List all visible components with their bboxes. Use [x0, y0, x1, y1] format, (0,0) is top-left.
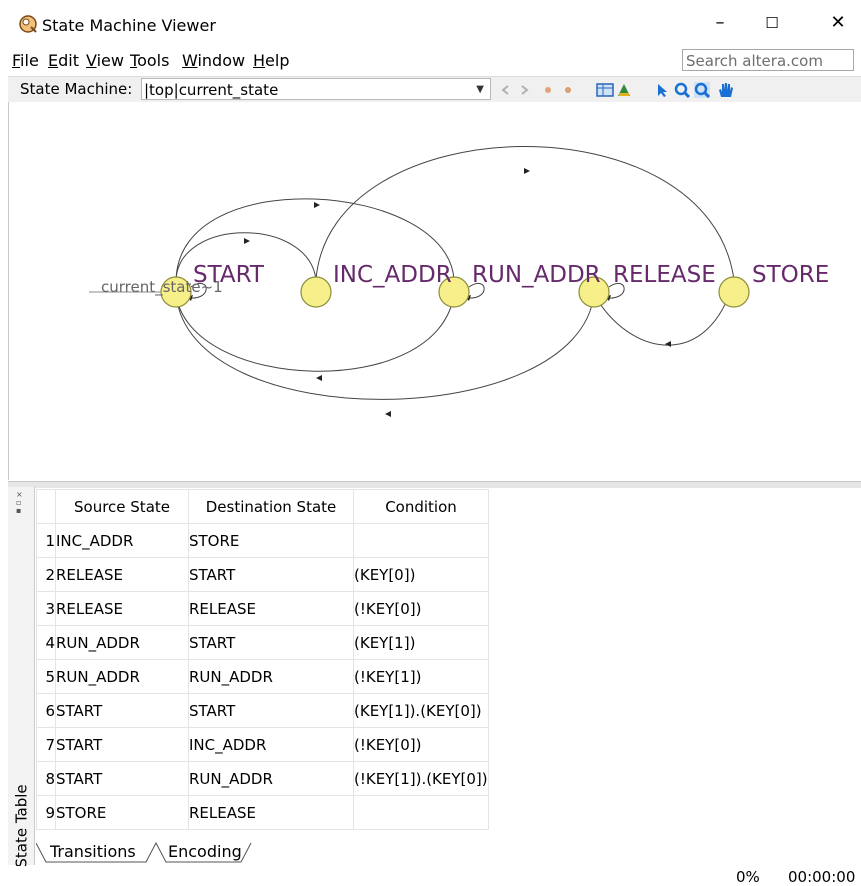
destination-state-cell: START — [188, 625, 354, 660]
source-state-cell: INC_ADDR — [55, 523, 189, 558]
state-label-release: RELEASE — [613, 262, 716, 288]
table-view-icon[interactable] — [596, 82, 614, 98]
transition-release-start — [175, 293, 595, 400]
destination-state-cell: START — [188, 693, 354, 728]
source-state-cell: START — [55, 727, 189, 762]
source-state-cell: RUN_ADDR — [55, 625, 189, 660]
condition-cell — [353, 795, 489, 830]
status-bar: 0% 00:00:00 — [0, 866, 861, 886]
row-number: 1 — [36, 523, 56, 558]
header-destination-state[interactable]: Destination State — [188, 489, 354, 524]
state-node-store — [718, 276, 750, 308]
tab-transitions[interactable]: Transitions — [50, 842, 136, 861]
row-number: 5 — [36, 659, 56, 694]
state-machine-select[interactable]: |top|current_state ▼ — [141, 78, 491, 100]
table-row[interactable]: 6 START START (KEY[1]).(KEY[0]) — [36, 693, 489, 728]
header-source-state[interactable]: Source State — [55, 489, 189, 524]
source-state-cell: RELEASE — [55, 591, 189, 626]
progress-percent: 0% — [736, 868, 760, 886]
destination-state-cell: RUN_ADDR — [188, 761, 354, 796]
table-row[interactable]: 2 RELEASE START (KEY[0]) — [36, 557, 489, 592]
source-state-cell: START — [55, 761, 189, 796]
table-header-row: Source State Destination State Condition — [36, 489, 489, 524]
row-number: 8 — [36, 761, 56, 796]
state-table-label: State Table — [12, 784, 31, 868]
state-label-run_addr: RUN_ADDR — [472, 262, 601, 288]
state-machine-selected: |top|current_state — [144, 81, 279, 99]
maximize-button[interactable]: ☐ — [752, 10, 792, 36]
condition-cell: (!KEY[1]) — [353, 659, 489, 694]
transition-store-release — [593, 279, 735, 346]
diagram-view-icon[interactable] — [616, 82, 632, 98]
search-input[interactable]: Search altera.com — [682, 49, 854, 71]
panel-controls-icon[interactable]: × ▫ ▪ — [16, 491, 23, 515]
destination-state-cell: STORE — [188, 523, 354, 558]
row-number: 6 — [36, 693, 56, 728]
zoom-tool-icon[interactable] — [694, 82, 710, 98]
back-icon[interactable] — [498, 82, 514, 98]
table-row[interactable]: 9 STORE RELEASE — [36, 795, 489, 830]
destination-state-cell: RELEASE — [188, 591, 354, 626]
elapsed-time: 00:00:00 — [788, 868, 856, 886]
transition-inc_addr-store — [315, 146, 735, 281]
table-row[interactable]: 8 START RUN_ADDR (!KEY[1]).(KEY[0]) — [36, 761, 489, 796]
source-state-cell: RUN_ADDR — [55, 659, 189, 694]
highlight-fanin-icon[interactable] — [540, 82, 556, 98]
forward-icon[interactable] — [516, 82, 532, 98]
menu-edit[interactable]: Edit — [48, 50, 79, 72]
source-state-cell: START — [55, 693, 189, 728]
dropdown-arrow-icon: ▼ — [476, 84, 484, 95]
condition-cell: (!KEY[0]) — [353, 727, 489, 762]
tab-encoding[interactable]: Encoding — [168, 842, 242, 861]
window-title: State Machine Viewer — [42, 16, 216, 35]
panel-splitter[interactable] — [8, 481, 861, 488]
state-label-inc_addr: INC_ADDR — [333, 262, 452, 288]
state-diagram-canvas[interactable]: current_state~1 START INC_ADDR RUN_ADDR … — [8, 102, 861, 480]
menu-file[interactable]: File — [12, 50, 39, 72]
table-row[interactable]: 1 INC_ADDR STORE — [36, 523, 489, 558]
state-label-store: STORE — [752, 262, 830, 288]
toolbar: State Machine: |top|current_state ▼ — [8, 76, 861, 104]
title-bar: State Machine Viewer – ☐ ✕ — [0, 0, 861, 50]
state-node-inc_addr — [300, 276, 332, 308]
header-condition[interactable]: Condition — [353, 489, 489, 524]
condition-cell: (KEY[1]).(KEY[0]) — [353, 693, 489, 728]
state-table: Source State Destination State Condition… — [36, 489, 489, 830]
select-pointer-icon[interactable] — [654, 82, 670, 98]
condition-cell: (!KEY[1]).(KEY[0]) — [353, 761, 489, 796]
minimize-button[interactable]: – — [700, 10, 740, 36]
destination-state-cell: RUN_ADDR — [188, 659, 354, 694]
condition-cell: (!KEY[0]) — [353, 591, 489, 626]
destination-state-cell: START — [188, 557, 354, 592]
condition-cell — [353, 523, 489, 558]
close-button[interactable]: ✕ — [818, 10, 858, 36]
table-row[interactable]: 5 RUN_ADDR RUN_ADDR (!KEY[1]) — [36, 659, 489, 694]
row-number: 7 — [36, 727, 56, 762]
table-row[interactable]: 3 RELEASE RELEASE (!KEY[0]) — [36, 591, 489, 626]
table-row[interactable]: 4 RUN_ADDR START (KEY[1]) — [36, 625, 489, 660]
source-state-cell: RELEASE — [55, 557, 189, 592]
destination-state-cell: RELEASE — [188, 795, 354, 830]
destination-state-cell: INC_ADDR — [188, 727, 354, 762]
row-number: 9 — [36, 795, 56, 830]
row-number: 2 — [36, 557, 56, 592]
state-table-sidebar: × ▫ ▪ State Table — [8, 487, 35, 868]
condition-cell: (KEY[1]) — [353, 625, 489, 660]
row-number-header — [36, 489, 56, 524]
table-row[interactable]: 7 START INC_ADDR (!KEY[0]) — [36, 727, 489, 762]
menu-tools[interactable]: Tools — [130, 50, 169, 72]
state-machine-label: State Machine: — [20, 80, 133, 98]
menu-window[interactable]: Window — [182, 50, 245, 72]
pan-hand-icon[interactable] — [716, 82, 734, 98]
highlight-fanout-icon[interactable] — [560, 82, 576, 98]
zoom-in-icon[interactable] — [674, 82, 690, 98]
menu-help[interactable]: Help — [253, 50, 289, 72]
source-state-cell: STORE — [55, 795, 189, 830]
row-number: 4 — [36, 625, 56, 660]
row-number: 3 — [36, 591, 56, 626]
app-icon — [19, 15, 37, 33]
menu-view[interactable]: View — [86, 50, 124, 72]
state-label-start: START — [193, 262, 264, 288]
condition-cell: (KEY[0]) — [353, 557, 489, 592]
